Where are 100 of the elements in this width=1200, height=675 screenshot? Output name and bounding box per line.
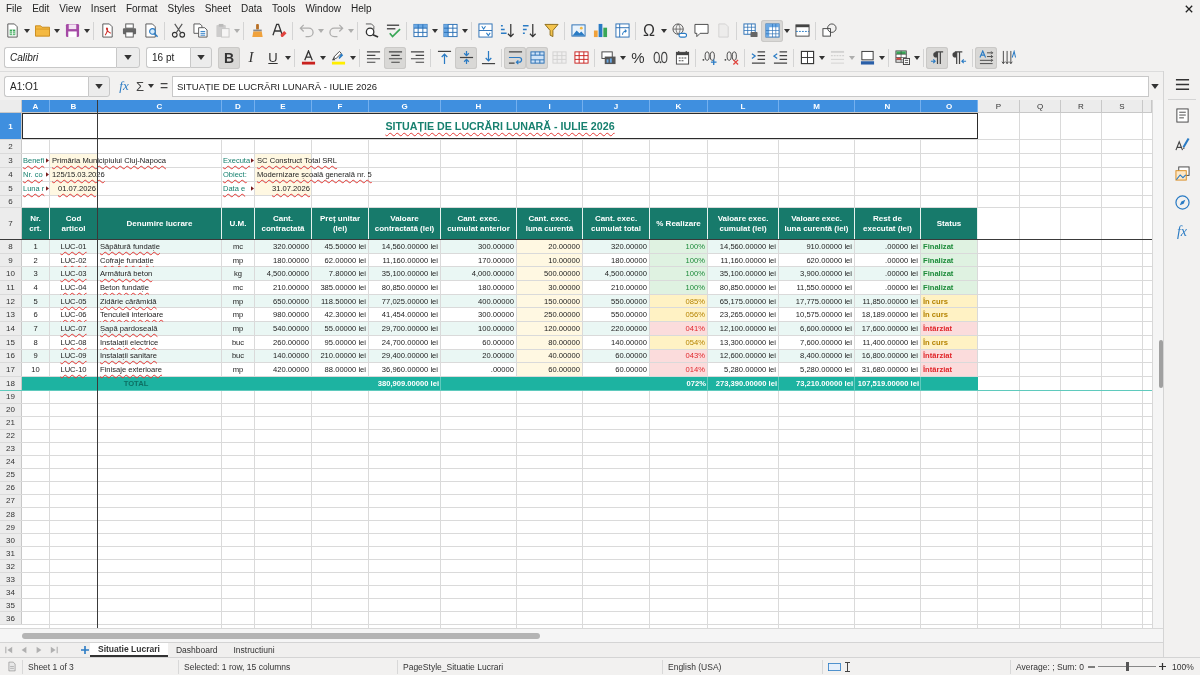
row-header[interactable]: 7	[0, 208, 22, 239]
align-right-icon	[409, 50, 425, 65]
special-character-button[interactable]: Ω	[638, 19, 660, 42]
menu-item[interactable]: Data	[235, 0, 268, 17]
sheet-tab[interactable]: Dashboard	[167, 643, 226, 657]
vertical-scrollbar[interactable]	[1152, 100, 1163, 628]
column-header[interactable]: P	[978, 100, 1020, 112]
row-header[interactable]: 4	[0, 168, 22, 181]
language: English (USA)	[668, 661, 722, 672]
bold-button[interactable]: B	[218, 46, 240, 69]
align-middle-button[interactable]	[455, 46, 477, 69]
caret-icon[interactable]	[320, 55, 326, 60]
menu-item[interactable]: Tools	[267, 0, 301, 17]
sheet-title: SITUAȚIE DE LUCRĂRI LUNARĂ - IULIE 2026	[385, 120, 615, 132]
row-header[interactable]: 36	[0, 612, 22, 625]
row-header[interactable]: 6	[0, 196, 22, 207]
function-wizard-button[interactable]: fx	[117, 77, 131, 95]
dropdown-button[interactable]	[88, 75, 110, 97]
close-icon[interactable]	[1185, 4, 1193, 13]
font-name-field[interactable]: Calibri	[4, 47, 116, 68]
line-styles-icon	[829, 50, 845, 65]
caret-icon[interactable]	[24, 28, 30, 33]
sort-ascending-icon	[499, 23, 515, 38]
italic-button[interactable]: I	[240, 46, 262, 69]
caret-icon[interactable]	[914, 55, 920, 60]
sheet-tab[interactable]: Situatie Lucrari	[90, 643, 168, 657]
caret-icon[interactable]	[350, 55, 356, 60]
caret-icon[interactable]	[661, 28, 667, 33]
menu-item[interactable]: Styles	[162, 0, 200, 17]
text-check-icon	[385, 23, 401, 38]
merge-center-button[interactable]	[526, 46, 548, 69]
zoom-level[interactable]: 100%	[1172, 661, 1194, 672]
wrap-text-button[interactable]	[504, 46, 526, 69]
text-direction-button[interactable]	[975, 46, 997, 69]
row-header[interactable]: 13	[0, 308, 22, 322]
menu-item[interactable]: Help	[346, 0, 377, 17]
dropdown-button[interactable]	[190, 47, 212, 68]
zoom-out-icon[interactable]	[1088, 665, 1095, 668]
caret-icon[interactable]	[819, 55, 825, 60]
underline-button[interactable]: U	[262, 46, 284, 69]
name-box[interactable]: A1:O1	[4, 75, 88, 97]
row-header[interactable]: 35	[0, 599, 22, 612]
sheet-tab[interactable]: Instructiuni	[225, 643, 283, 657]
caret-icon[interactable]	[148, 84, 154, 88]
menu-item[interactable]: Insert	[85, 0, 121, 17]
row-header[interactable]: 19	[0, 390, 22, 403]
menu-item[interactable]: Edit	[27, 0, 55, 17]
row-header[interactable]: 10	[0, 267, 22, 281]
row-header[interactable]: 8	[0, 240, 22, 253]
sum-button[interactable]: Σ	[133, 77, 147, 95]
row-header[interactable]: 33	[0, 573, 22, 586]
menu-item[interactable]: File	[1, 0, 28, 17]
percent-format-button[interactable]: %	[627, 46, 649, 69]
left-to-right-button[interactable]	[926, 46, 948, 69]
menu-item[interactable]: Window	[300, 0, 346, 17]
column-header[interactable]: Q	[1020, 100, 1061, 112]
letter-bar-icon	[300, 50, 316, 65]
formula-button[interactable]: =	[157, 77, 171, 95]
scrollbar-thumb[interactable]	[1159, 340, 1163, 388]
horizontal-scrollbar[interactable]	[0, 628, 1163, 642]
functions-button[interactable]: fx	[1169, 217, 1195, 246]
font-size-field[interactable]: 16 pt	[146, 47, 190, 68]
caret-icon[interactable]	[784, 28, 790, 33]
zoom-in-icon[interactable]	[1159, 663, 1166, 670]
dropdown-button[interactable]	[116, 47, 140, 68]
caret-icon[interactable]	[462, 28, 468, 33]
menu-item[interactable]: Sheet	[199, 0, 236, 17]
print-area-icon	[742, 23, 758, 38]
caret-icon[interactable]	[54, 28, 60, 33]
menu-item[interactable]: Format	[120, 0, 163, 17]
shapes-icon	[821, 23, 837, 38]
plus-icon[interactable]	[81, 646, 89, 654]
column-header[interactable]: R	[1061, 100, 1102, 112]
column-header[interactable]: S	[1102, 100, 1143, 112]
caret-icon[interactable]	[285, 55, 291, 60]
align-center-button[interactable]	[384, 46, 406, 69]
scrollbar-thumb[interactable]	[22, 632, 540, 639]
caret-icon[interactable]	[432, 28, 438, 33]
caret-icon[interactable]	[84, 28, 90, 33]
formula-input[interactable]: SITUAȚIE DE LUCRĂRI LUNARĂ - IULIE 2026	[172, 75, 1149, 97]
menu-item[interactable]: View	[54, 0, 86, 17]
row-header[interactable]: 14	[0, 322, 22, 335]
row-header[interactable]: 31	[0, 547, 22, 560]
row-header[interactable]: 34	[0, 586, 22, 599]
row-header[interactable]: 3	[0, 154, 22, 167]
slider-thumb[interactable]	[1125, 662, 1129, 671]
row-header[interactable]: 29	[0, 521, 22, 534]
wrap-lines-icon	[507, 50, 523, 65]
row-header[interactable]: 11	[0, 281, 22, 294]
skip-start-icon[interactable]	[5, 646, 13, 654]
selection-rectangle-icon[interactable]	[828, 662, 841, 671]
caret-icon[interactable]	[879, 55, 885, 60]
text-cursor-icon[interactable]	[845, 661, 850, 672]
row-header[interactable]: 2	[0, 140, 22, 153]
row-header[interactable]: 17	[0, 363, 22, 376]
column-heading: Cant. exec. luna curentă	[517, 208, 583, 239]
row-header[interactable]: 32	[0, 560, 22, 573]
caret-icon[interactable]	[620, 55, 626, 60]
row-header[interactable]: 5	[0, 182, 22, 195]
row-header[interactable]: 30	[0, 534, 22, 547]
